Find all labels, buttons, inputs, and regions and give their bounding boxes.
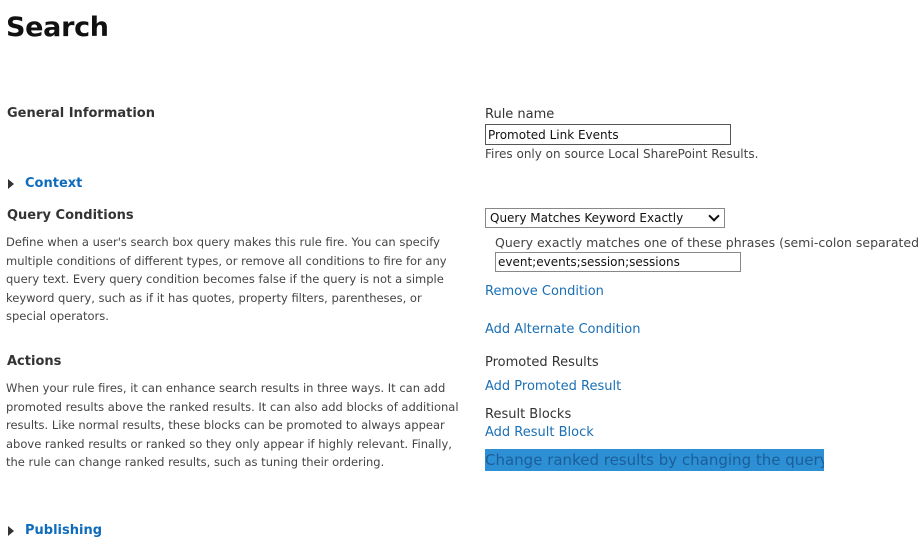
publishing-expander[interactable]: Publishing — [8, 523, 102, 538]
remove-condition-link[interactable]: Remove Condition — [485, 284, 604, 299]
query-conditions-description: Define when a user's search box query ma… — [6, 235, 447, 323]
context-expander[interactable]: Context — [8, 176, 82, 191]
phrases-input[interactable] — [495, 252, 741, 272]
result-blocks-label: Result Blocks — [485, 407, 572, 422]
add-promoted-result-link[interactable]: Add Promoted Result — [485, 379, 621, 394]
query-conditions-heading: Query Conditions — [7, 208, 134, 223]
add-alternate-condition-link[interactable]: Add Alternate Condition — [485, 322, 641, 337]
condition-type-value: Query Matches Keyword Exactly — [490, 211, 684, 225]
page-title: Search — [6, 12, 109, 43]
add-result-block-link[interactable]: Add Result Block — [485, 425, 594, 440]
chevron-down-icon — [708, 210, 720, 222]
triangle-right-icon — [8, 178, 14, 189]
actions-heading: Actions — [7, 354, 62, 369]
phrases-label: Query exactly matches one of these phras… — [495, 235, 920, 250]
context-label: Context — [25, 176, 83, 191]
publishing-label: Publishing — [25, 523, 103, 538]
rule-name-input[interactable] — [485, 124, 731, 145]
general-information-heading: General Information — [7, 106, 155, 121]
source-note: Fires only on source Local SharePoint Re… — [485, 147, 759, 161]
condition-type-select[interactable]: Query Matches Keyword Exactly — [485, 208, 725, 228]
change-ranked-results-link[interactable]: Change ranked results by changing the qu… — [485, 449, 824, 471]
search-settings-page: Search General Information Rule name Fir… — [0, 0, 920, 544]
rule-name-label: Rule name — [485, 107, 555, 122]
promoted-results-label: Promoted Results — [485, 355, 599, 370]
actions-description: When your rule fires, it can enhance sea… — [6, 381, 459, 469]
triangle-right-icon — [8, 525, 14, 536]
